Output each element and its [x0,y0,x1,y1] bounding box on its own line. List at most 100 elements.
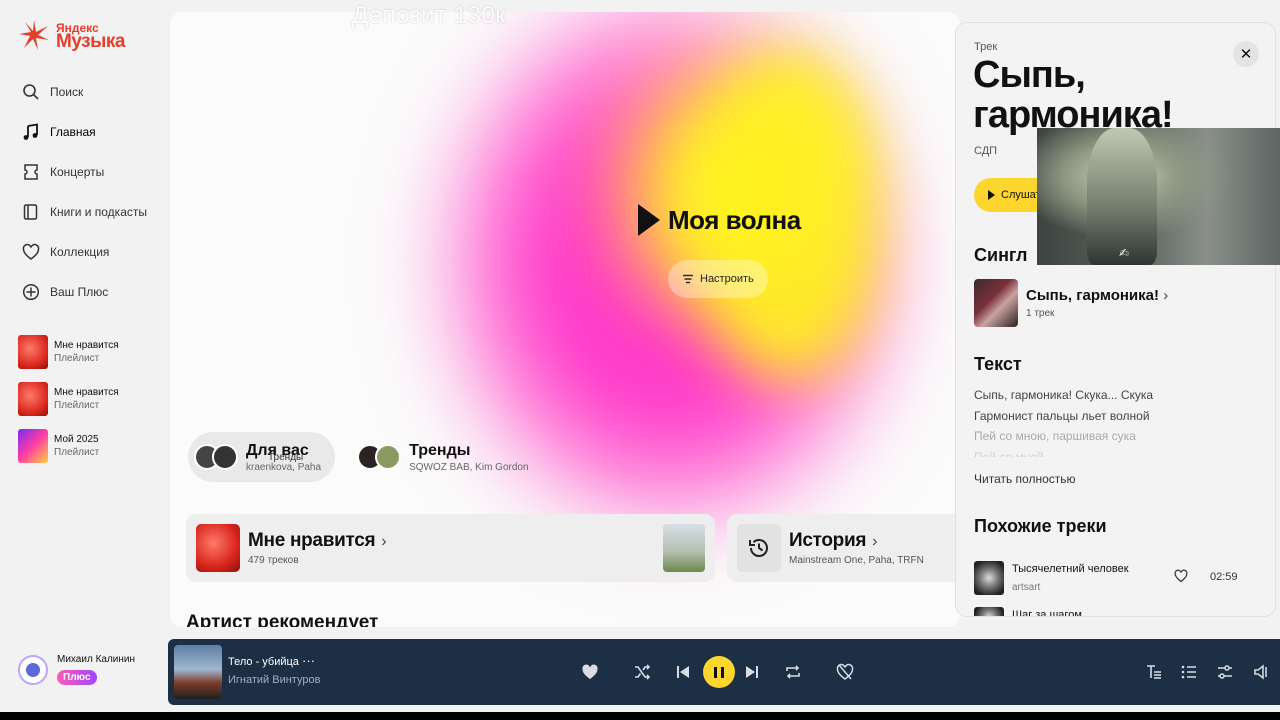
single-item[interactable]: Сыпь, гармоника! › 1 трек [974,279,1168,327]
playlist-title: Мне нравится [54,386,119,398]
tune-label: Настроить [700,273,754,285]
video-figure [1087,128,1157,265]
like-icon[interactable] [1174,569,1188,583]
playlist-sub: Плейлист [54,399,100,411]
mix-sub: SQWOZ BAB, Kim Gordon [409,461,529,473]
queue-button[interactable] [1177,660,1201,684]
playlist-title: Мой 2025 [54,433,99,445]
similar-track-artist: artsart [1012,582,1041,593]
nav-item-label: Главная [50,125,96,139]
similar-track-cover [974,561,1004,595]
now-playing-artist[interactable]: Игнатий Винтуров [228,674,320,686]
dislike-button[interactable] [833,660,857,684]
tune-wave-button[interactable]: Настроить [668,260,768,298]
volume-icon [1254,664,1267,680]
card-title: История [789,530,867,551]
previous-button[interactable] [671,660,695,684]
more-options-button[interactable]: ··· [302,653,315,668]
similar-track-title: Тысячелетний человек [1012,563,1129,575]
nav-item-label: Поиск [50,85,84,99]
similar-track-row[interactable]: Тысячелетний человек artsart 02:59 [974,561,1274,595]
mix-trends[interactable]: Тренды SQWOZ BAB, Kim Gordon [351,432,542,482]
single-sub: 1 трек [1026,308,1055,319]
playlist-title: Мне нравится [54,339,119,351]
now-playing-title[interactable]: Тело - убийца [228,656,299,668]
repeat-button[interactable] [781,660,805,684]
lyrics-button[interactable] [1142,660,1166,684]
single-title: Сыпь, гармоника! [1026,287,1160,304]
lyrics-line: Сыпь, гармоника! Скука... Скука [974,388,1154,402]
mix-for-you[interactable]: Для вас kraenkova, Paha Тренды [188,432,336,482]
logo-star-icon [19,20,49,50]
nav-item-label: Коллекция [50,245,110,259]
block-icon [836,663,854,680]
shuffle-icon [635,664,651,680]
play-icon [988,190,995,200]
nav-item-collection[interactable]: Коллекция [22,232,162,272]
nav-item-label: Книги и подкасты [50,205,147,219]
lyrics-line: Пей со мною, паршивая сука [974,429,1136,443]
main-nav: Поиск Главная Концерты Книги и подкасты … [22,72,162,312]
playlist-cover [18,381,48,416]
now-playing-cover[interactable] [174,645,222,699]
history-card[interactable]: История › Mainstream One, Paha, TRFN [727,514,960,582]
nav-item-books[interactable]: Книги и подкасты [22,192,162,232]
plus-circle-icon [22,283,40,301]
pause-button[interactable] [703,656,735,688]
sidebar-playlist-2025[interactable]: Мой 2025 Плейлист [18,422,164,469]
heart-icon [22,243,40,260]
history-icon [749,539,768,557]
signature-icon: ✍ [1119,246,1130,260]
plus-badge: Плюс [57,670,97,685]
track-artist[interactable]: СДП [974,145,997,157]
lyrics-line: Гармонист пальцы льет волной [974,408,1150,423]
nav-item-plus[interactable]: Ваш Плюс [22,272,162,312]
nav-item-label: Ваш Плюс [50,285,109,299]
read-full-lyrics-link[interactable]: Читать полностью [974,472,1076,486]
queue-icon [1181,665,1196,679]
lyrics-line: Пей со мной ... [974,449,1058,457]
user-profile[interactable]: Михаил Калинин Плюс [18,654,135,685]
repeat-icon [786,665,800,679]
wave-title: Моя волна [668,204,801,235]
lyrics-heading: Текст [974,354,1022,374]
similar-heading: Похожие треки [974,516,1107,536]
nav-item-concerts[interactable]: Концерты [22,152,162,192]
sidebar-playlist-liked-2[interactable]: Мне нравится Плейлист [18,375,164,422]
similar-track-cover [974,607,1004,616]
equalizer-button[interactable] [1213,660,1237,684]
brand-logo[interactable]: Яндекс Музыка [18,18,125,52]
main-content: Моя волна Настроить Для вас kraenkova, P… [170,12,960,627]
play-icon [638,204,660,236]
chevron-right-icon: › [872,533,878,550]
similar-track-row[interactable]: Шаг за шагом [974,607,1274,617]
mix-row: Для вас kraenkova, Paha Тренды Тренды SQ… [188,432,543,482]
player-bar: Тело - убийца ··· Игнатий Винтуров [168,639,1280,705]
user-name: Михаил Калинин [57,654,136,665]
card-sub: 479 треков [248,555,299,566]
chevron-right-icon: › [381,533,387,550]
liked-tracks-card[interactable]: Мне нравится › 479 треков [186,514,715,582]
volume-button[interactable] [1249,660,1273,684]
mix-title: Тренды [409,441,471,459]
screen-bottom-edge [0,712,1280,720]
mix-sub: kraenkova, Paha [246,461,322,473]
shuffle-button[interactable] [630,660,654,684]
track-title: Сыпь, гармоника! [973,54,1174,136]
video-overlay-text: Депозит 130к [352,2,507,29]
next-icon [746,666,758,678]
card-title: Мне нравится [248,530,376,551]
sidebar-playlist-liked-1[interactable]: Мне нравится Плейлист [18,328,164,375]
similar-track-title: Шаг за шагом [1012,609,1082,617]
nav-item-label: Концерты [50,165,105,179]
history-cover [737,524,781,572]
heart-filled-icon [582,664,598,679]
nav-item-search[interactable]: Поиск [22,72,162,112]
nav-item-home[interactable]: Главная [22,112,162,152]
my-wave-play-button[interactable]: Моя волна [638,204,801,236]
similar-track-duration: 02:59 [1210,571,1238,583]
chevron-right-icon: › [1163,287,1169,304]
like-button[interactable] [578,660,602,684]
next-button[interactable] [740,660,764,684]
single-heading: Сингл [974,245,1028,265]
